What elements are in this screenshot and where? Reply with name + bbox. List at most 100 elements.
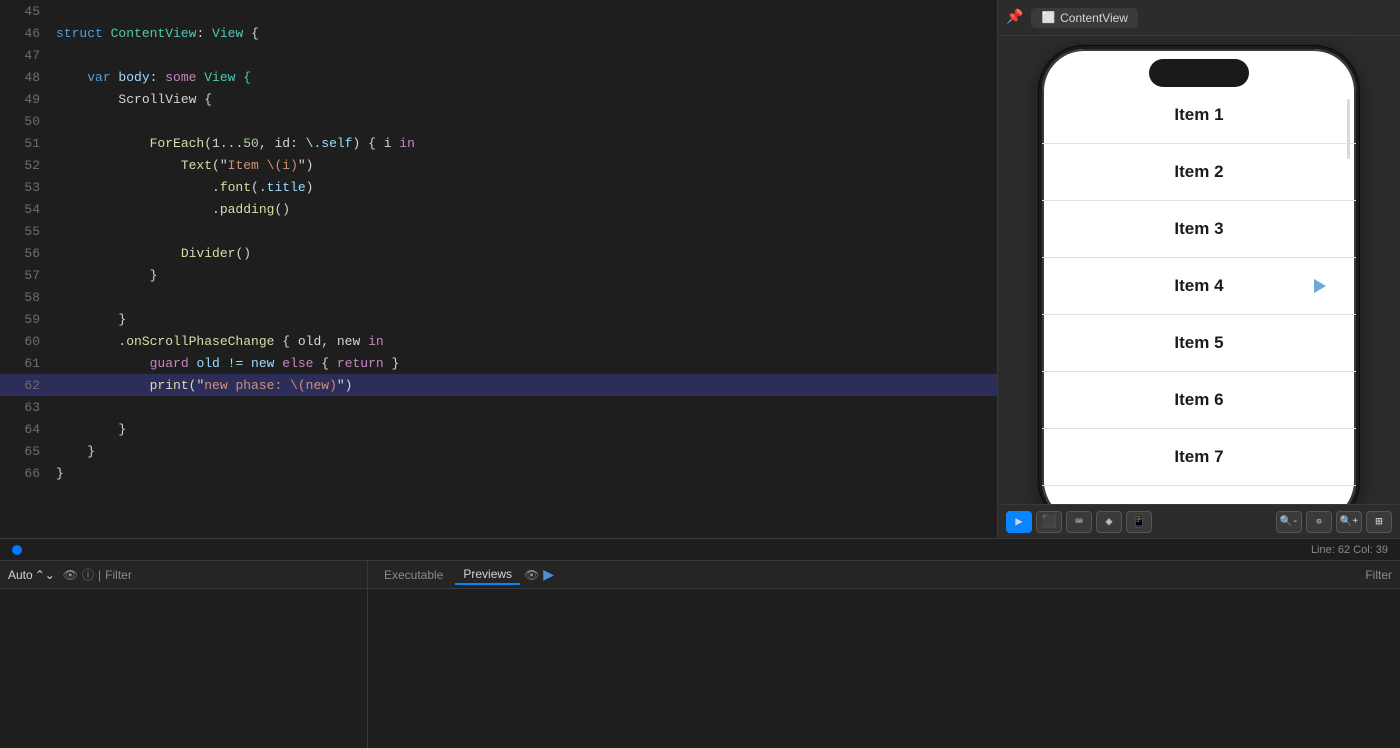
code-line: 49 ScrollView { (0, 88, 997, 110)
list-item-label: Item 2 (1174, 162, 1223, 182)
run-icon[interactable]: ▶ (543, 566, 554, 583)
line-content: .font(.title) (56, 180, 313, 195)
line-number: 48 (8, 70, 40, 85)
line-number: 46 (8, 26, 40, 41)
filter-label-left: | (98, 568, 101, 582)
preview-toolbar-left: ▶ ⬛ ⌨ ◈ 📱 (1006, 511, 1152, 533)
code-line: 54 .padding() (0, 198, 997, 220)
zoom-in-button[interactable]: 🔍+ (1336, 511, 1362, 533)
list-item-label: Item 7 (1174, 447, 1223, 467)
eye-icon[interactable]: 👁 (63, 568, 78, 582)
line-number: 59 (8, 312, 40, 327)
content-view-label: ContentView (1060, 11, 1128, 25)
line-number: 65 (8, 444, 40, 459)
dynamic-island (1149, 59, 1249, 87)
line-number: 50 (8, 114, 40, 129)
bottom-right-toolbar: Executable Previews 👁 ▶ Filter (368, 561, 1400, 589)
previews-tab[interactable]: Previews (455, 565, 520, 585)
status-bar: Line: 62 Col: 39 (0, 538, 1400, 560)
cursor-arrow (1314, 279, 1326, 293)
list-item: Item 3 (1042, 201, 1356, 258)
list-item-label: Item 5 (1174, 333, 1223, 353)
code-line: 45 (0, 0, 997, 22)
code-editor-panel: 4546struct ContentView: View {4748 var b… (0, 0, 998, 538)
line-content: .padding() (56, 202, 290, 217)
bottom-area: Auto ⌃⌄ 👁 ⓘ | Filter Executable Previews… (0, 560, 1400, 748)
filter-text-left: Filter (105, 568, 132, 582)
list-item: Item 5 (1042, 315, 1356, 372)
line-content: .onScrollPhaseChange { old, new in (56, 334, 384, 349)
line-number: 53 (8, 180, 40, 195)
preview-panel: 📌 ⬜ ContentView Item 1 Item 2 Item 3 Item 4… (998, 0, 1400, 538)
code-line: 50 (0, 110, 997, 132)
code-line: 60 .onScrollPhaseChange { old, new in (0, 330, 997, 352)
line-content: } (56, 312, 126, 327)
line-number: 49 (8, 92, 40, 107)
zoom-reset-button[interactable]: ⊙ (1306, 511, 1332, 533)
inspect-button[interactable]: ◈ (1096, 511, 1122, 533)
line-content: ScrollView { (56, 92, 212, 107)
code-lines: 4546struct ContentView: View {4748 var b… (0, 0, 997, 484)
list-item-label: Item 3 (1174, 219, 1223, 239)
code-line: 51 ForEach(1...50, id: \.self) { i in (0, 132, 997, 154)
line-number: 57 (8, 268, 40, 283)
line-number: 51 (8, 136, 40, 151)
code-line: 64 } (0, 418, 997, 440)
line-number: 45 (8, 4, 40, 19)
content-view-tab[interactable]: ⬜ ContentView (1031, 8, 1138, 28)
executable-tab[interactable]: Executable (376, 566, 451, 584)
filter-section-right: Filter (1365, 568, 1392, 582)
line-content: struct ContentView: View { (56, 26, 259, 41)
phone-content: Item 1 Item 2 Item 3 Item 4 Item 5 Item 6 Item… (1042, 87, 1356, 504)
line-number: 62 (8, 378, 40, 393)
line-content: } (56, 422, 126, 437)
code-line: 55 (0, 220, 997, 242)
status-left (12, 545, 22, 555)
zoom-out-button[interactable]: 🔍- (1276, 511, 1302, 533)
code-line: 56 Divider() (0, 242, 997, 264)
info-icon[interactable]: ⓘ (82, 566, 94, 583)
list-item: Item 6 (1042, 372, 1356, 429)
preview-bottom-toolbar: ▶ ⬛ ⌨ ◈ 📱 🔍- ⊙ 🔍+ ⊞ (998, 504, 1400, 538)
phone-list: Item 1 Item 2 Item 3 Item 4 Item 5 Item 6 Item… (1042, 87, 1356, 504)
preview-toggle-button[interactable]: ⬛ (1036, 511, 1062, 533)
line-content: } (56, 466, 64, 481)
status-position: Line: 62 Col: 39 (1311, 544, 1388, 556)
keyboard-button[interactable]: ⌨ (1066, 511, 1092, 533)
code-line: 66} (0, 462, 997, 484)
phone-container: Item 1 Item 2 Item 3 Item 4 Item 5 Item 6 Item… (998, 36, 1400, 504)
line-number: 66 (8, 466, 40, 481)
pin-icon[interactable]: 📌 (1006, 9, 1023, 26)
bottom-right-panel: Executable Previews 👁 ▶ Filter (368, 561, 1400, 748)
list-item: Item 4 (1042, 258, 1356, 315)
line-number: 58 (8, 290, 40, 305)
line-number: 60 (8, 334, 40, 349)
line-content: Text("Item \(i)") (56, 158, 313, 173)
zoom-fit-button[interactable]: ⊞ (1366, 511, 1392, 533)
line-number: 47 (8, 48, 40, 63)
line-number: 56 (8, 246, 40, 261)
code-line: 58 (0, 286, 997, 308)
line-content: Divider() (56, 246, 251, 261)
auto-chevron: ⌃⌄ (35, 568, 55, 582)
line-content: guard old != new else { return } (56, 356, 399, 371)
play-button[interactable]: ▶ (1006, 511, 1032, 533)
list-item: Item 7 (1042, 429, 1356, 486)
eye-icon-right[interactable]: 👁 (524, 568, 539, 582)
code-line: 59 } (0, 308, 997, 330)
view-icon: ⬜ (1041, 11, 1055, 24)
line-number: 54 (8, 202, 40, 217)
list-item: Item 1 (1042, 87, 1356, 144)
code-line: 46 struct ContentView: View { (0, 22, 997, 44)
device-button[interactable]: 📱 (1126, 511, 1152, 533)
tab-section-right: Executable Previews 👁 ▶ (376, 565, 554, 585)
bottom-left-panel: Auto ⌃⌄ 👁 ⓘ | Filter (0, 561, 368, 748)
code-line: 65 } (0, 440, 997, 462)
phone-mockup: Item 1 Item 2 Item 3 Item 4 Item 5 Item 6 Item… (1039, 46, 1359, 504)
line-number: 64 (8, 422, 40, 437)
code-line: 57 } (0, 264, 997, 286)
auto-selector[interactable]: Auto ⌃⌄ (8, 568, 55, 582)
line-number: 52 (8, 158, 40, 173)
list-item: Item 2 (1042, 144, 1356, 201)
status-dot (12, 545, 22, 555)
